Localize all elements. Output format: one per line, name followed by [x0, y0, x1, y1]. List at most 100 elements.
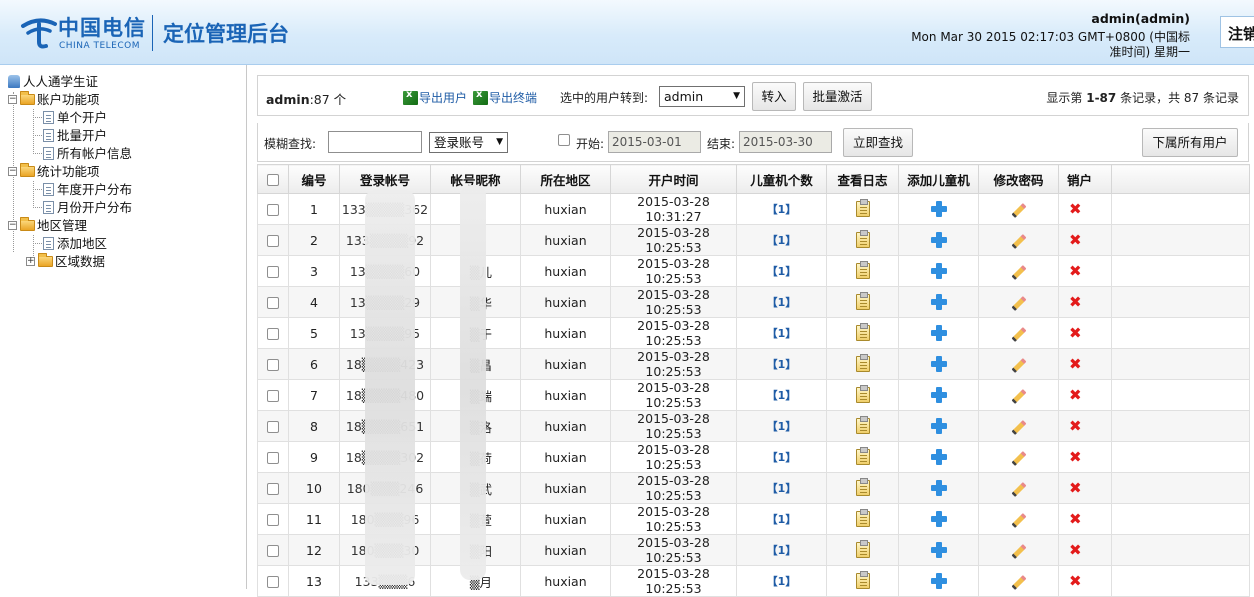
- pencil-icon[interactable]: [1011, 264, 1026, 280]
- child-count-link[interactable]: 【1】: [767, 296, 797, 309]
- column-header[interactable]: 编号: [288, 164, 340, 194]
- row-checkbox[interactable]: [267, 545, 279, 557]
- pencil-icon[interactable]: [1011, 574, 1026, 590]
- collapse-icon[interactable]: −: [8, 167, 17, 176]
- sub-users-button[interactable]: 下属所有用户: [1142, 128, 1238, 157]
- row-select-cell[interactable]: [257, 348, 289, 380]
- child-count-link[interactable]: 【1】: [767, 234, 797, 247]
- clipboard-icon[interactable]: [855, 261, 870, 280]
- column-header[interactable]: 添加儿童机: [898, 164, 979, 194]
- pencil-icon[interactable]: [1011, 233, 1026, 249]
- select-all-header[interactable]: [257, 164, 289, 194]
- row-select-cell[interactable]: [257, 286, 289, 318]
- red-x-icon[interactable]: ✖: [1069, 357, 1082, 372]
- clipboard-icon[interactable]: [855, 385, 870, 404]
- row-select-cell[interactable]: [257, 317, 289, 349]
- child-count-link[interactable]: 【1】: [767, 265, 797, 278]
- sidebar-item-region-data[interactable]: + 区域数据: [26, 252, 105, 270]
- plus-icon[interactable]: [930, 511, 947, 528]
- clipboard-icon[interactable]: [855, 416, 870, 435]
- row-checkbox[interactable]: [267, 266, 279, 278]
- clipboard-icon[interactable]: [855, 292, 870, 311]
- fuzzy-search-input[interactable]: [328, 131, 422, 153]
- logout-button[interactable]: 注销: [1220, 16, 1254, 48]
- sidebar-item-yearly-distribution[interactable]: 年度开户分布: [43, 180, 132, 198]
- clipboard-icon[interactable]: [855, 230, 870, 249]
- sidebar-item-monthly-distribution[interactable]: 月份开户分布: [43, 198, 132, 216]
- plus-icon[interactable]: [930, 542, 947, 559]
- end-date-input[interactable]: 2015-03-30: [739, 131, 832, 153]
- transfer-target-select[interactable]: admin ▼: [659, 86, 745, 107]
- red-x-icon[interactable]: ✖: [1069, 543, 1082, 558]
- clipboard-icon[interactable]: [855, 447, 870, 466]
- sidebar-item-all-accounts[interactable]: 所有帐户信息: [43, 144, 132, 162]
- plus-icon[interactable]: [930, 418, 947, 435]
- clipboard-icon[interactable]: [855, 354, 870, 373]
- plus-icon[interactable]: [930, 480, 947, 497]
- pencil-icon[interactable]: [1011, 326, 1026, 342]
- collapse-icon[interactable]: −: [8, 221, 17, 230]
- clipboard-icon[interactable]: [855, 540, 870, 559]
- red-x-icon[interactable]: ✖: [1069, 574, 1082, 589]
- pencil-icon[interactable]: [1011, 450, 1026, 466]
- tree-root[interactable]: 人人通学生证: [8, 72, 98, 90]
- pencil-icon[interactable]: [1011, 202, 1026, 218]
- red-x-icon[interactable]: ✖: [1069, 388, 1082, 403]
- row-select-cell[interactable]: [257, 472, 289, 504]
- row-checkbox[interactable]: [267, 297, 279, 309]
- plus-icon[interactable]: [930, 356, 947, 373]
- child-count-link[interactable]: 【1】: [767, 420, 797, 433]
- red-x-icon[interactable]: ✖: [1069, 264, 1082, 279]
- child-count-link[interactable]: 【1】: [767, 544, 797, 557]
- row-select-cell[interactable]: [257, 255, 289, 287]
- start-date-input[interactable]: 2015-03-01: [608, 131, 701, 153]
- row-checkbox[interactable]: [267, 390, 279, 402]
- row-checkbox[interactable]: [267, 235, 279, 247]
- batch-activate-button[interactable]: 批量激活: [803, 82, 872, 111]
- row-checkbox[interactable]: [267, 328, 279, 340]
- red-x-icon[interactable]: ✖: [1069, 295, 1082, 310]
- plus-icon[interactable]: [930, 201, 947, 218]
- export-terminals-link[interactable]: 导出终端: [473, 89, 537, 106]
- plus-icon[interactable]: [930, 325, 947, 342]
- pencil-icon[interactable]: [1011, 512, 1026, 528]
- red-x-icon[interactable]: ✖: [1069, 202, 1082, 217]
- search-field-select[interactable]: 登录账号 ▼: [429, 132, 508, 153]
- row-checkbox[interactable]: [267, 514, 279, 526]
- export-users-link[interactable]: 导出用户: [403, 89, 467, 106]
- child-count-link[interactable]: 【1】: [767, 358, 797, 371]
- row-select-cell[interactable]: [257, 410, 289, 442]
- clipboard-icon[interactable]: [855, 478, 870, 497]
- red-x-icon[interactable]: ✖: [1069, 326, 1082, 341]
- collapse-icon[interactable]: −: [8, 95, 17, 104]
- sidebar-item-single-open[interactable]: 单个开户: [43, 108, 107, 126]
- transfer-button[interactable]: 转入: [752, 82, 796, 111]
- pencil-icon[interactable]: [1011, 357, 1026, 373]
- sidebar-item-add-region[interactable]: 添加地区: [43, 234, 107, 252]
- child-count-link[interactable]: 【1】: [767, 513, 797, 526]
- red-x-icon[interactable]: ✖: [1069, 450, 1082, 465]
- child-count-link[interactable]: 【1】: [767, 575, 797, 588]
- row-select-cell[interactable]: [257, 193, 289, 225]
- clipboard-icon[interactable]: [855, 323, 870, 342]
- pencil-icon[interactable]: [1011, 388, 1026, 404]
- plus-icon[interactable]: [930, 573, 947, 590]
- pencil-icon[interactable]: [1011, 419, 1026, 435]
- search-now-button[interactable]: 立即查找: [843, 128, 913, 157]
- row-select-cell[interactable]: [257, 534, 289, 566]
- expand-icon[interactable]: +: [26, 257, 35, 266]
- column-header[interactable]: 所在地区: [520, 164, 611, 194]
- row-checkbox[interactable]: [267, 576, 279, 588]
- row-checkbox[interactable]: [267, 452, 279, 464]
- column-header[interactable]: 儿童机个数: [736, 164, 827, 194]
- child-count-link[interactable]: 【1】: [767, 451, 797, 464]
- child-count-link[interactable]: 【1】: [767, 327, 797, 340]
- row-checkbox[interactable]: [267, 483, 279, 495]
- clipboard-icon[interactable]: [855, 571, 870, 590]
- select-all-checkbox[interactable]: [267, 174, 279, 186]
- red-x-icon[interactable]: ✖: [1069, 233, 1082, 248]
- row-select-cell[interactable]: [257, 503, 289, 535]
- column-header[interactable]: 修改密码: [978, 164, 1059, 194]
- column-header[interactable]: 销户: [1058, 164, 1112, 194]
- red-x-icon[interactable]: ✖: [1069, 419, 1082, 434]
